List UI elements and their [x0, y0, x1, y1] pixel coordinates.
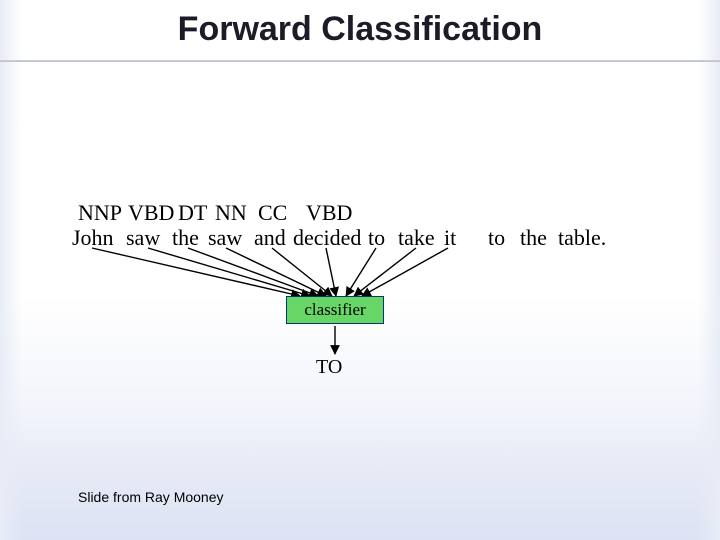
pos-tag: VBD — [306, 200, 352, 226]
background-gradient — [0, 0, 720, 540]
title-underline — [0, 60, 720, 62]
right-edge-fade — [698, 0, 720, 540]
pos-tag: VBD — [128, 200, 174, 226]
pos-tag: CC — [258, 200, 287, 226]
slide-credit: Slide from Ray Mooney — [78, 489, 224, 505]
word-token: take — [398, 225, 435, 251]
word-token: it — [444, 225, 456, 251]
pos-tag: DT — [178, 200, 207, 226]
word-token: the — [520, 225, 547, 251]
pos-tag: NNP — [78, 200, 122, 226]
left-edge-fade — [0, 0, 22, 540]
word-token: table. — [558, 225, 606, 251]
pos-tag: NN — [215, 200, 247, 226]
word-token: decided — [293, 225, 361, 251]
word-token: saw — [126, 225, 160, 251]
output-pos-tag: TO — [316, 356, 342, 379]
classifier-box: classifier — [286, 296, 384, 324]
word-token: to — [368, 225, 385, 251]
page-title: Forward Classification — [0, 10, 720, 49]
word-token: and — [254, 225, 286, 251]
word-token: the — [172, 225, 199, 251]
word-token: saw — [208, 225, 242, 251]
classifier-label: classifier — [304, 300, 365, 320]
word-token: to — [488, 225, 505, 251]
word-token: John — [72, 225, 114, 251]
